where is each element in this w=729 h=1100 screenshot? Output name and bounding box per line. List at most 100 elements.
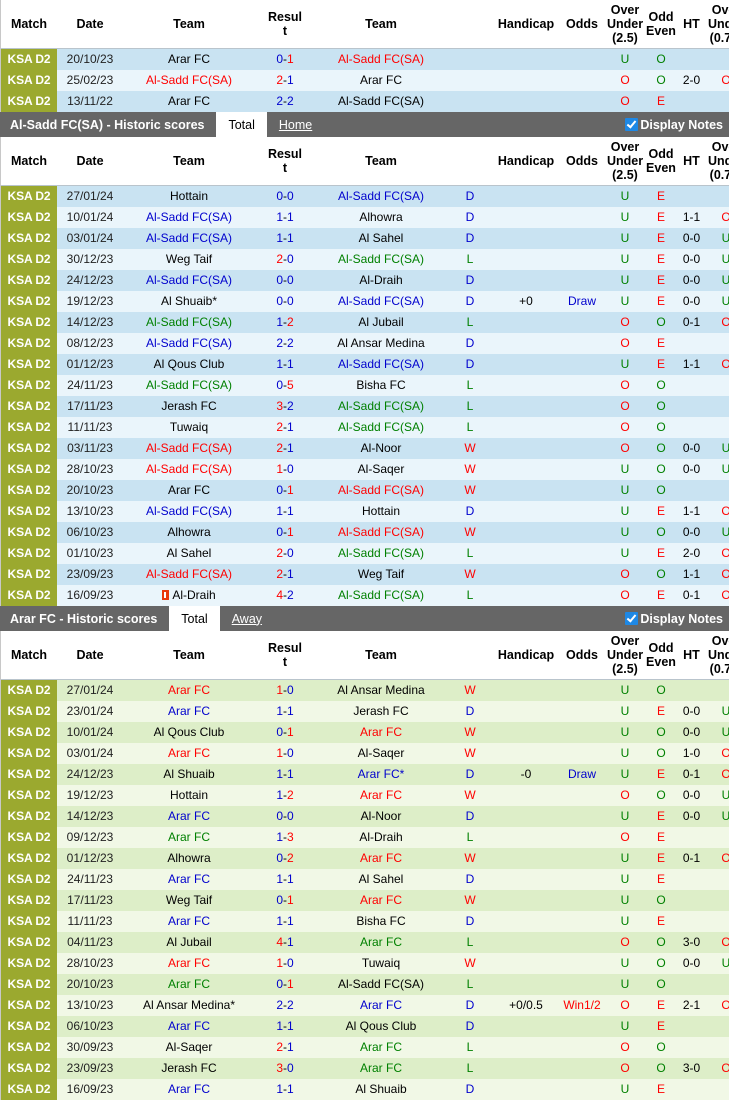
table-row[interactable]: KSA D208/12/23Al-Sadd FC(SA)2-2Al Ansar …	[1, 333, 729, 354]
home-team[interactable]: Al Jubail	[123, 932, 255, 953]
table-row[interactable]: KSA D213/10/23Al-Sadd FC(SA)1-1HottainDU…	[1, 501, 729, 522]
away-team[interactable]: Al-Draih	[315, 827, 447, 848]
home-team[interactable]: Weg Taif	[123, 890, 255, 911]
home-team[interactable]: Arar FC	[123, 701, 255, 722]
away-team[interactable]: Bisha FC	[315, 375, 447, 396]
away-team[interactable]: Jerash FC	[315, 701, 447, 722]
away-team[interactable]: Arar FC	[315, 932, 447, 953]
table-row[interactable]: KSA D213/10/23Al Ansar Medina*2-2Arar FC…	[1, 995, 729, 1016]
away-team[interactable]: Arar FC*	[315, 764, 447, 785]
home-team[interactable]: Arar FC	[123, 974, 255, 995]
table-row[interactable]: KSA D223/09/23Al-Sadd FC(SA)2-1Weg TaifW…	[1, 564, 729, 585]
table-row[interactable]: KSA D217/11/23Weg Taif0-1Arar FCWUO	[1, 890, 729, 911]
home-team[interactable]: Al Qous Club	[123, 354, 255, 375]
away-team[interactable]: Al-Sadd FC(SA)	[315, 480, 447, 501]
away-team[interactable]: Al-Sadd FC(SA)	[315, 354, 447, 375]
away-team[interactable]: Al-Sadd FC(SA)	[315, 585, 447, 606]
away-team[interactable]: Weg Taif	[315, 564, 447, 585]
home-team[interactable]: Al-Sadd FC(SA)	[123, 438, 255, 459]
table-row[interactable]: KSA D210/01/24Al-Sadd FC(SA)1-1AlhowraDU…	[1, 207, 729, 228]
home-team[interactable]: Al-Sadd FC(SA)	[123, 312, 255, 333]
table-row[interactable]: KSA D216/09/23Al-Draih4-2Al-Sadd FC(SA)L…	[1, 585, 729, 606]
home-team[interactable]: Al-Saqer	[123, 1037, 255, 1058]
home-team[interactable]: Al-Sadd FC(SA)	[123, 228, 255, 249]
table-row[interactable]: KSA D214/12/23Arar FC0-0Al-NoorDUE0-0U	[1, 806, 729, 827]
table-row[interactable]: KSA D223/01/24Arar FC1-1Jerash FCDUE0-0U	[1, 701, 729, 722]
table-row[interactable]: KSA D217/11/23Jerash FC3-2Al-Sadd FC(SA)…	[1, 396, 729, 417]
home-team[interactable]: Al-Sadd FC(SA)	[123, 501, 255, 522]
home-team[interactable]: Al Shuaib	[123, 764, 255, 785]
away-team[interactable]: Al Sahel	[315, 869, 447, 890]
home-team[interactable]: Alhowra	[123, 522, 255, 543]
home-team[interactable]: Al-Sadd FC(SA)	[123, 375, 255, 396]
table-row[interactable]: KSA D216/09/23Arar FC1-1Al ShuaibDUE	[1, 1079, 729, 1100]
away-team[interactable]: Al-Sadd FC(SA)	[315, 974, 447, 995]
home-team[interactable]: Arar FC	[123, 680, 255, 702]
table-row[interactable]: KSA D204/11/23Al Jubail4-1Arar FCLOO3-0O	[1, 932, 729, 953]
away-team[interactable]: Al-Saqer	[315, 743, 447, 764]
away-team[interactable]: Al-Draih	[315, 270, 447, 291]
checkbox-icon[interactable]	[625, 118, 638, 131]
table-row[interactable]: KSA D228/10/23Al-Sadd FC(SA)1-0Al-SaqerW…	[1, 459, 729, 480]
away-team[interactable]: Al-Sadd FC(SA)	[315, 91, 447, 112]
home-team[interactable]: Arar FC	[123, 869, 255, 890]
table-row[interactable]: KSA D203/11/23Al-Sadd FC(SA)2-1Al-NoorWO…	[1, 438, 729, 459]
home-team[interactable]: Arar FC	[123, 827, 255, 848]
away-team[interactable]: Arar FC	[315, 1037, 447, 1058]
table-row[interactable]: KSA D224/12/23Al-Sadd FC(SA)0-0Al-DraihD…	[1, 270, 729, 291]
away-team[interactable]: Al-Sadd FC(SA)	[315, 417, 447, 438]
table-row[interactable]: KSA D203/01/24Arar FC1-0Al-SaqerWUO1-0O	[1, 743, 729, 764]
table-row[interactable]: KSA D224/11/23Arar FC1-1Al SahelDUE	[1, 869, 729, 890]
away-team[interactable]: Arar FC	[315, 1058, 447, 1079]
table-row[interactable]: KSA D223/09/23Jerash FC3-0Arar FCLOO3-0O	[1, 1058, 729, 1079]
away-team[interactable]: Alhowra	[315, 207, 447, 228]
table2-tab-total[interactable]: Total	[169, 606, 219, 631]
away-team[interactable]: Bisha FC	[315, 911, 447, 932]
away-team[interactable]: Al-Sadd FC(SA)	[315, 522, 447, 543]
home-team[interactable]: Al-Sadd FC(SA)	[123, 564, 255, 585]
table-row[interactable]: KSA D213/11/22Arar FC2-2Al-Sadd FC(SA)OE	[1, 91, 729, 112]
home-team[interactable]: Arar FC	[123, 1079, 255, 1100]
table-row[interactable]: KSA D224/12/23Al Shuaib1-1Arar FC*D-0Dra…	[1, 764, 729, 785]
table-row[interactable]: KSA D225/02/23Al-Sadd FC(SA)2-1Arar FCOO…	[1, 70, 729, 91]
home-team[interactable]: Al Qous Club	[123, 722, 255, 743]
home-team[interactable]: Weg Taif	[123, 249, 255, 270]
away-team[interactable]: Arar FC	[315, 848, 447, 869]
table-row[interactable]: KSA D227/01/24Arar FC1-0Al Ansar MedinaW…	[1, 680, 729, 702]
table-row[interactable]: KSA D227/01/24Hottain0-0Al-Sadd FC(SA)DU…	[1, 186, 729, 208]
home-team[interactable]: Arar FC	[123, 743, 255, 764]
home-team[interactable]: Arar FC	[123, 1016, 255, 1037]
home-team[interactable]: Al Shuaib*	[123, 291, 255, 312]
home-team[interactable]: Al-Sadd FC(SA)	[123, 70, 255, 91]
home-team[interactable]: Tuwaiq	[123, 417, 255, 438]
table-row[interactable]: KSA D206/10/23Arar FC1-1Al Qous ClubDUE	[1, 1016, 729, 1037]
away-team[interactable]: Al Ansar Medina	[315, 680, 447, 702]
table-row[interactable]: KSA D201/12/23Al Qous Club1-1Al-Sadd FC(…	[1, 354, 729, 375]
home-team[interactable]: Arar FC	[123, 953, 255, 974]
away-team[interactable]: Al Sahel	[315, 228, 447, 249]
home-team[interactable]: Hottain	[123, 785, 255, 806]
table1-tab-total[interactable]: Total	[216, 112, 266, 137]
table-row[interactable]: KSA D230/09/23Al-Saqer2-1Arar FCLOO	[1, 1037, 729, 1058]
away-team[interactable]: Al-Sadd FC(SA)	[315, 186, 447, 208]
table-row[interactable]: KSA D219/12/23Hottain1-2Arar FCWOO0-0U	[1, 785, 729, 806]
away-team[interactable]: Al Jubail	[315, 312, 447, 333]
home-team[interactable]: Al-Sadd FC(SA)	[123, 207, 255, 228]
home-team[interactable]: Alhowra	[123, 848, 255, 869]
table-row[interactable]: KSA D203/01/24Al-Sadd FC(SA)1-1Al SahelD…	[1, 228, 729, 249]
away-team[interactable]: Arar FC	[315, 70, 447, 91]
away-team[interactable]: Al-Sadd FC(SA)	[315, 49, 447, 71]
table-row[interactable]: KSA D220/10/23Arar FC0-1Al-Sadd FC(SA)LU…	[1, 974, 729, 995]
away-team[interactable]: Arar FC	[315, 995, 447, 1016]
home-team[interactable]: Al Ansar Medina*	[123, 995, 255, 1016]
table-row[interactable]: KSA D230/12/23Weg Taif2-0Al-Sadd FC(SA)L…	[1, 249, 729, 270]
table-row[interactable]: KSA D219/12/23Al Shuaib*0-0Al-Sadd FC(SA…	[1, 291, 729, 312]
home-team[interactable]: Jerash FC	[123, 396, 255, 417]
table-row[interactable]: KSA D220/10/23Arar FC0-1Al-Sadd FC(SA)UO	[1, 49, 729, 71]
home-team[interactable]: Hottain	[123, 186, 255, 208]
away-team[interactable]: Al-Saqer	[315, 459, 447, 480]
away-team[interactable]: Al-Sadd FC(SA)	[315, 396, 447, 417]
home-team[interactable]: Arar FC	[123, 806, 255, 827]
table-row[interactable]: KSA D209/12/23Arar FC1-3Al-DraihLOE	[1, 827, 729, 848]
home-team[interactable]: Al-Draih	[123, 585, 255, 606]
